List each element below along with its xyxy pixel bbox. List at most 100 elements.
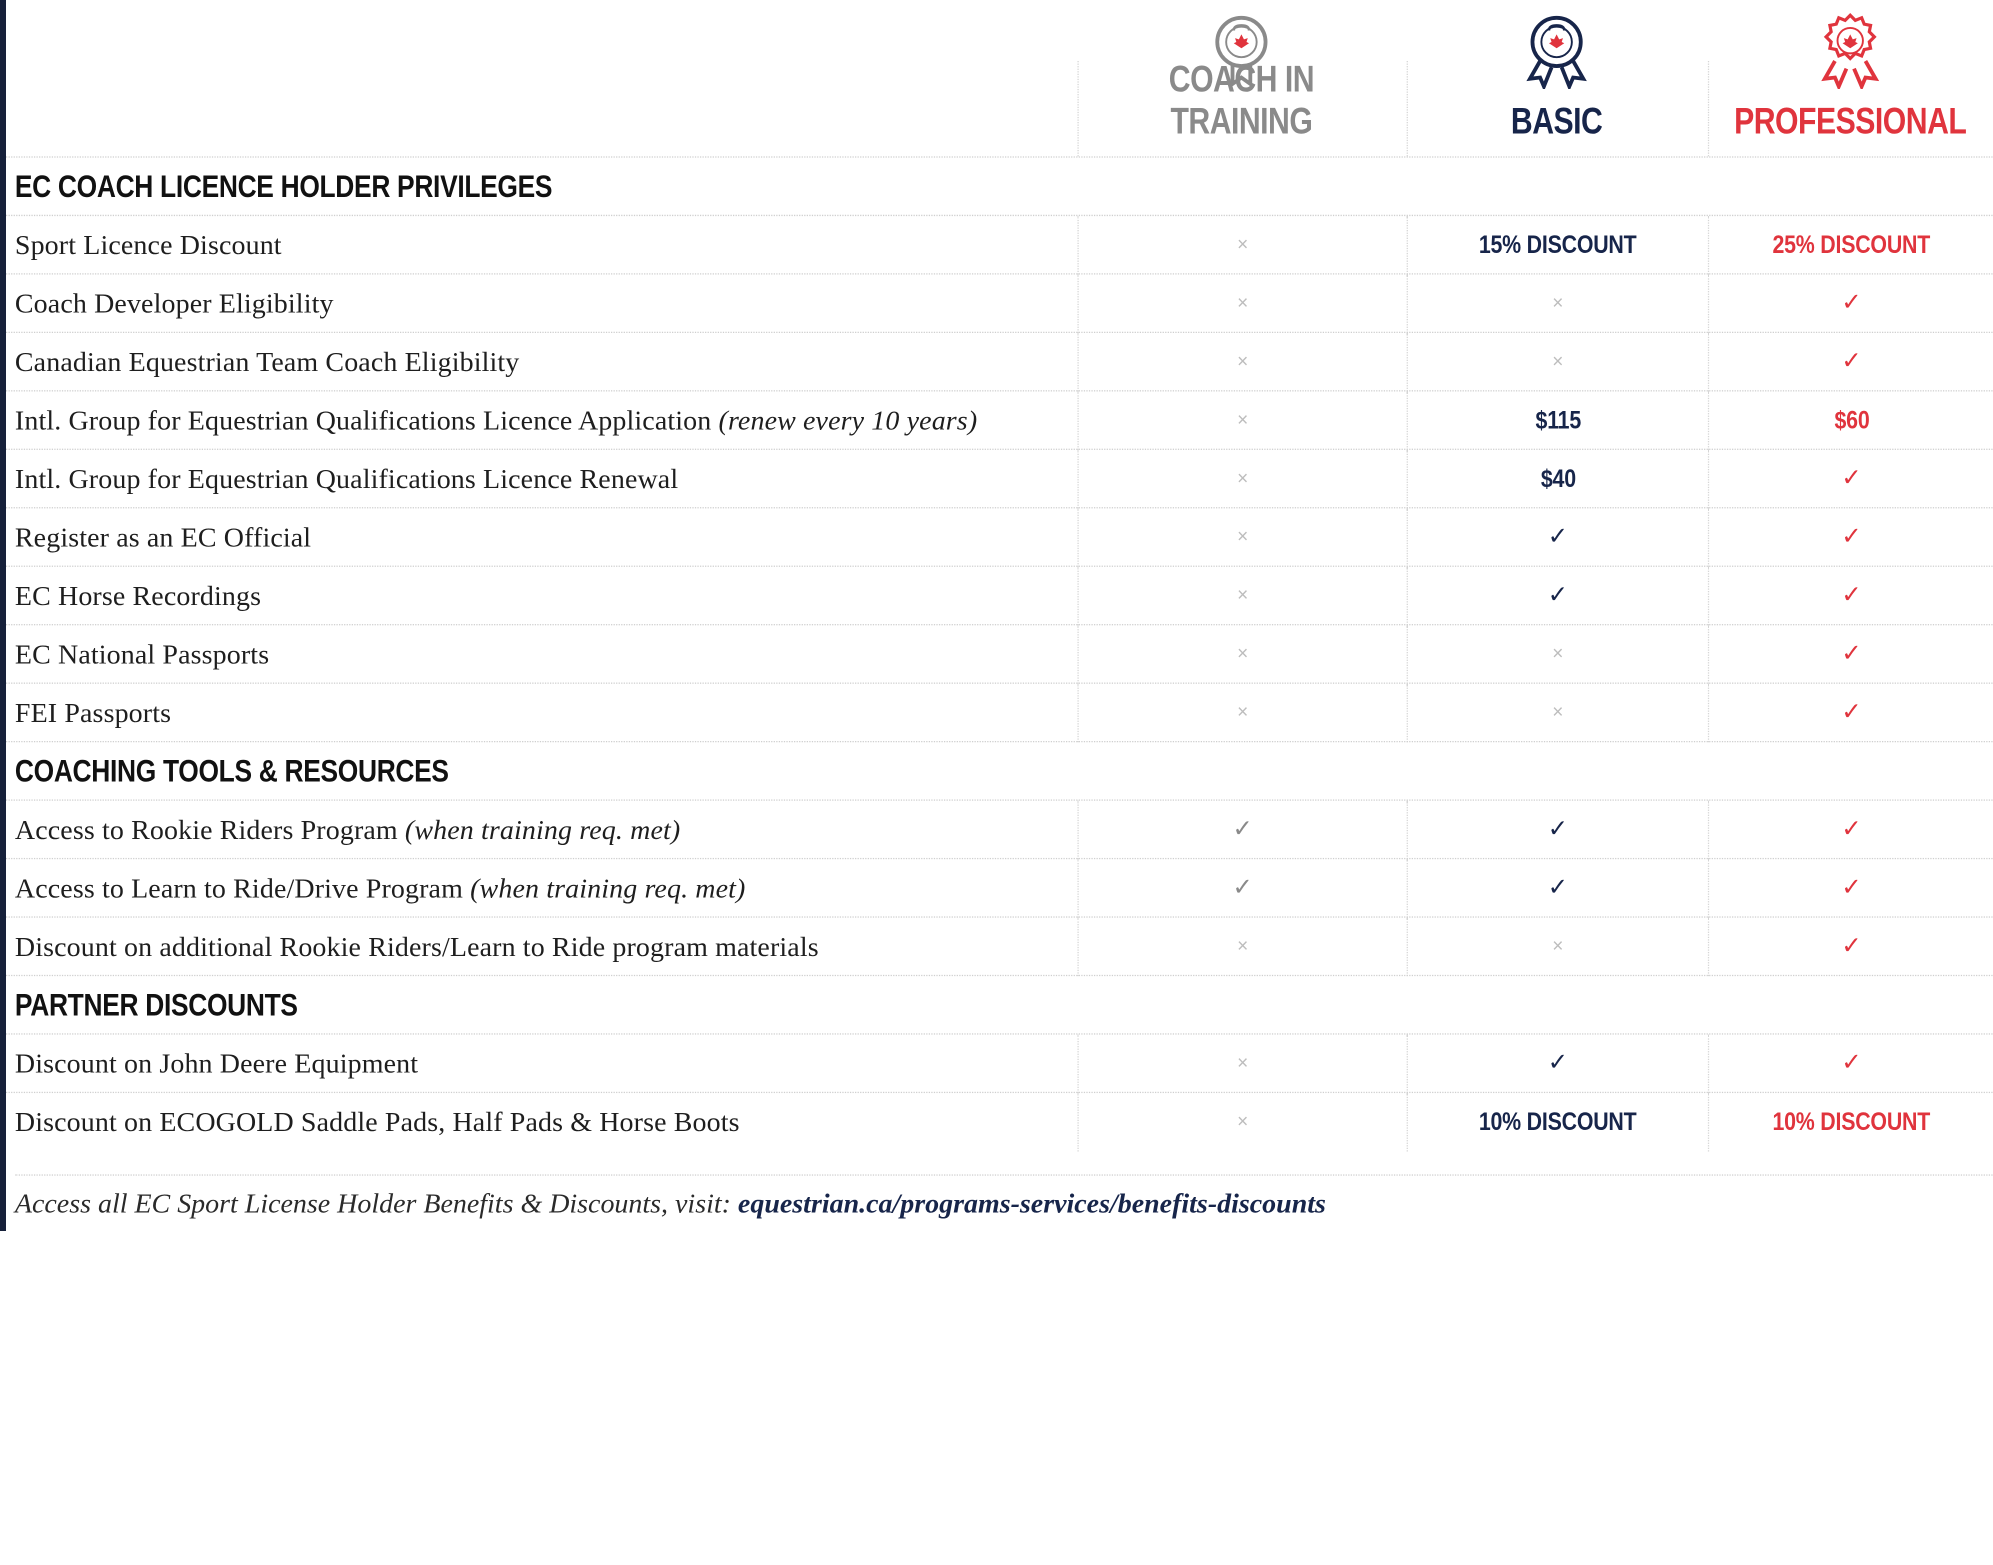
table-row: FEI Passports × × ✓ (6, 682, 1993, 743)
included-icon: ✓ (1406, 508, 1708, 567)
benefit-note: (renew every 10 years) (718, 404, 978, 436)
table-row: Register as an EC Official × ✓ ✓ (6, 507, 1993, 567)
not-included-icon: × (1077, 683, 1406, 743)
check-mark-icon: ✓ (1841, 289, 1862, 317)
included-icon: ✓ (1707, 1034, 1993, 1094)
not-included-icon: × (1077, 216, 1406, 275)
included-icon: ✓ (1707, 449, 1993, 509)
benefit-label-text: Discount on John Deere Equipment (14, 1047, 419, 1080)
check-mark-icon: ✓ (1841, 465, 1862, 492)
not-included-icon: × (1077, 566, 1406, 626)
table-row: Discount on John Deere Equipment × ✓ ✓ (6, 1033, 1993, 1094)
check-mark-icon: ✓ (1841, 582, 1862, 609)
table-body: EC COACH LICENCE HOLDER PRIVILEGES Sport … (6, 156, 1993, 1152)
table-row: Access to Learn to Ride/Drive Program (w… (6, 857, 1993, 918)
not-included-icon: × (1406, 625, 1708, 684)
included-icon: ✓ (1707, 800, 1993, 860)
benefit-label: FEI Passports (15, 684, 171, 742)
table-row: Intl. Group for Equestrian Qualification… (6, 448, 1993, 509)
included-icon: ✓ (1406, 566, 1708, 626)
benefit-value: $115 (1406, 391, 1708, 450)
x-mark-icon: × (1552, 643, 1564, 665)
benefit-value: 10% DISCOUNT (1406, 1093, 1708, 1152)
benefit-value: 25% DISCOUNT (1707, 216, 1993, 275)
benefit-label: Discount on ECOGOLD Saddle Pads, Half Pa… (15, 1093, 740, 1151)
not-included-icon: × (1077, 1093, 1406, 1152)
benefit-label: Coach Developer Eligibility (15, 275, 334, 333)
check-mark-icon: ✓ (1232, 874, 1253, 902)
not-included-icon: × (1077, 391, 1406, 450)
comparison-table: COACH IN TRAINING BASIC PROFESSIONAL EC … (6, 0, 1993, 1230)
not-included-icon: × (1077, 449, 1406, 509)
ribbon-badge-icon (1526, 15, 1587, 89)
benefit-label-text: Coach Developer Eligibility (14, 287, 334, 320)
benefit-label: Intl. Group for Equestrian Qualification… (15, 391, 977, 449)
included-icon: ✓ (1406, 859, 1708, 918)
included-icon: ✓ (1707, 274, 1993, 334)
included-icon: ✓ (1707, 625, 1993, 684)
footer-note: Access all EC Sport License Holder Benef… (14, 1174, 1993, 1231)
not-included-icon: × (1077, 1034, 1406, 1094)
table-row: Discount on additional Rookie Riders/Lea… (6, 916, 1993, 977)
footer-text: Access all EC Sport License Holder Benef… (14, 1187, 738, 1219)
not-included-icon: × (1077, 625, 1406, 684)
included-icon: ✓ (1077, 800, 1406, 860)
section-title: COACHING TOOLS & RESOURCES (14, 753, 449, 790)
benefit-label-text: Access to Learn to Ride/Drive Program (14, 871, 471, 904)
benefit-label-text: Sport Licence Discount (14, 228, 282, 261)
check-mark-icon: ✓ (1547, 1049, 1568, 1077)
tier-name: COACH IN TRAINING (1168, 59, 1315, 143)
table-row: Canadian Equestrian Team Coach Eligibili… (6, 331, 1993, 392)
benefit-value: 10% DISCOUNT (1707, 1093, 1993, 1152)
benefit-label: Discount on additional Rookie Riders/Lea… (15, 918, 819, 976)
check-mark-icon: ✓ (1547, 582, 1568, 609)
section-title: EC COACH LICENCE HOLDER PRIVILEGES (14, 169, 553, 205)
benefit-label: Intl. Group for Equestrian Qualification… (15, 450, 678, 508)
check-mark-icon: ✓ (1841, 815, 1862, 843)
benefits-link[interactable]: equestrian.ca/programs-services/benefits… (738, 1187, 1326, 1219)
x-mark-icon: × (1237, 292, 1249, 314)
included-icon: ✓ (1406, 800, 1708, 860)
benefit-label-text: Discount on additional Rookie Riders/Lea… (14, 930, 819, 963)
benefit-value: $40 (1406, 449, 1708, 509)
benefit-note: (when training req. met) (404, 813, 681, 846)
check-mark-icon: ✓ (1547, 523, 1568, 551)
check-mark-icon: ✓ (1547, 815, 1568, 843)
included-icon: ✓ (1707, 683, 1993, 743)
check-mark-icon: ✓ (1841, 640, 1862, 668)
tier-basic: BASIC (1407, 0, 1707, 156)
benefit-label: Sport Licence Discount (15, 216, 282, 274)
check-mark-icon: ✓ (1841, 874, 1862, 902)
benefit-label: EC Horse Recordings (15, 567, 261, 625)
benefit-label: EC National Passports (15, 625, 269, 683)
included-icon: ✓ (1707, 917, 1993, 977)
benefit-label-text: EC National Passports (14, 638, 270, 670)
check-mark-icon: ✓ (1841, 699, 1862, 726)
x-mark-icon: × (1237, 935, 1249, 958)
x-mark-icon: × (1237, 233, 1249, 256)
table-row: Discount on ECOGOLD Saddle Pads, Half Pa… (6, 1091, 1993, 1152)
x-mark-icon: × (1552, 292, 1564, 314)
not-included-icon: × (1406, 683, 1708, 743)
table-row: EC National Passports × × ✓ (6, 624, 1993, 684)
not-included-icon: × (1077, 333, 1406, 392)
included-icon: ✓ (1707, 566, 1993, 626)
rosette-badge-icon (1821, 13, 1880, 89)
not-included-icon: × (1406, 274, 1708, 334)
x-mark-icon: × (1237, 467, 1249, 490)
benefit-value-text: 10% DISCOUNT (1479, 1108, 1637, 1137)
tier-professional: PROFESSIONAL (1708, 0, 1993, 156)
x-mark-icon: × (1237, 526, 1249, 548)
check-mark-icon: ✓ (1841, 523, 1862, 551)
benefit-label: Register as an EC Official (15, 508, 311, 566)
not-included-icon: × (1077, 917, 1406, 977)
not-included-icon: × (1406, 333, 1708, 392)
benefit-value-text: 10% DISCOUNT (1772, 1108, 1931, 1137)
benefit-label-text: EC Horse Recordings (14, 579, 262, 612)
table-row: EC Horse Recordings × ✓ ✓ (6, 565, 1993, 626)
x-mark-icon: × (1237, 1110, 1249, 1133)
included-icon: ✓ (1707, 508, 1993, 567)
benefit-value-text: 25% DISCOUNT (1772, 231, 1931, 260)
benefit-value-text: $115 (1535, 406, 1581, 435)
section-header: COACHING TOOLS & RESOURCES (6, 740, 1993, 799)
